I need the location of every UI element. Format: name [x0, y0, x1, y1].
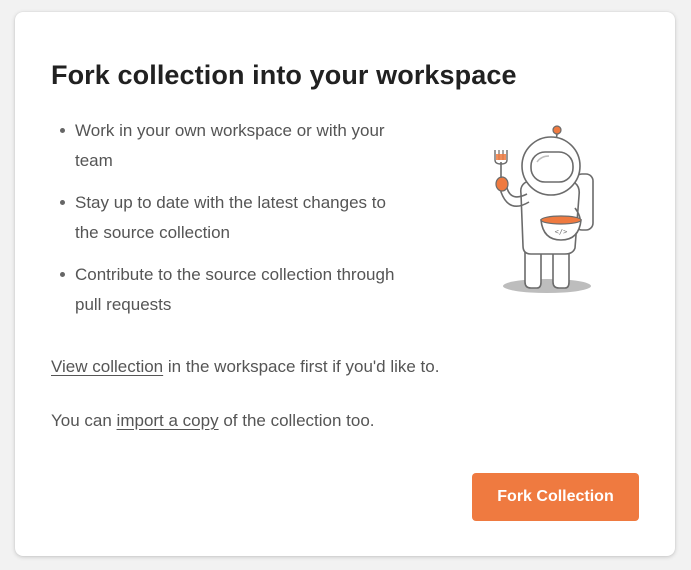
view-collection-suffix: in the workspace first if you'd like to. — [163, 357, 440, 376]
dialog-title: Fork collection into your workspace — [51, 60, 517, 90]
import-copy-suffix: of the collection too. — [218, 411, 375, 430]
fork-collection-dialog: Fork collection into your workspace Work… — [15, 12, 675, 556]
astronaut-illustration: </> — [471, 122, 601, 302]
benefit-item-up-to-date: Stay up to date with the latest changes … — [60, 188, 405, 248]
benefits-list: Work in your own workspace or with your … — [51, 116, 405, 332]
view-collection-text: View collection in the workspace first i… — [51, 355, 439, 379]
illustration-code-label: </> — [555, 228, 568, 236]
import-copy-text: You can import a copy of the collection … — [51, 409, 375, 433]
import-copy-prefix: You can — [51, 411, 117, 430]
view-collection-link[interactable]: View collection — [51, 357, 163, 376]
benefit-item-workspace: Work in your own workspace or with your … — [60, 116, 405, 176]
fork-collection-button[interactable]: Fork Collection — [472, 473, 639, 521]
benefit-item-contribute: Contribute to the source collection thro… — [60, 260, 405, 320]
import-copy-link[interactable]: import a copy — [117, 411, 219, 430]
